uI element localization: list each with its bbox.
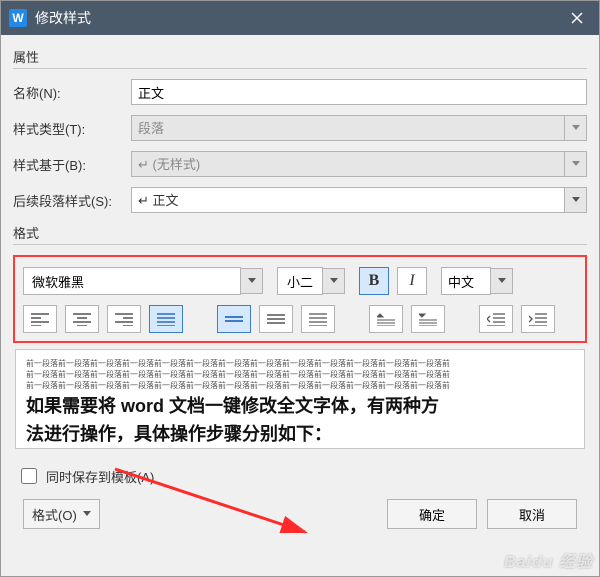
font-size-combo[interactable] xyxy=(277,267,345,295)
chevron-down-icon[interactable] xyxy=(491,268,513,294)
highlight-box: B I xyxy=(13,255,587,343)
indent-increase-button[interactable] xyxy=(521,305,555,333)
language-input[interactable] xyxy=(441,267,491,295)
indent-decrease-button[interactable] xyxy=(479,305,513,333)
language-combo[interactable] xyxy=(441,267,513,295)
preview-context: 前一段落前一段落前一段落前一段落前一段落前一段落前一段落前一段落前一段落前一段落… xyxy=(26,358,574,369)
line-spacing-1-button[interactable] xyxy=(217,305,251,333)
space-before-inc-button[interactable] xyxy=(369,305,403,333)
titlebar: W 修改样式 xyxy=(1,1,599,35)
chevron-down-icon[interactable] xyxy=(565,151,587,177)
align-right-button[interactable] xyxy=(107,305,141,333)
preview-context: 前一段落前一段落前一段落前一段落前一段落前一段落前一段落前一段落前一段落前一段落… xyxy=(26,369,574,380)
format-legend: 格式 xyxy=(13,223,587,242)
format-menu-label: 格式(O) xyxy=(32,505,77,524)
based-on-combo[interactable]: ↵ (无样式) xyxy=(131,151,565,177)
preview-pane: 前一段落前一段落前一段落前一段落前一段落前一段落前一段落前一段落前一段落前一段落… xyxy=(15,349,585,449)
watermark: Baidu 经验 xyxy=(504,548,593,572)
app-icon: W xyxy=(9,9,27,27)
next-style-label: 后续段落样式(S): xyxy=(13,191,131,210)
format-menu-button[interactable]: 格式(O) xyxy=(23,499,100,529)
preview-text: 法进行操作，具体操作步骤分别如下： xyxy=(26,421,574,447)
properties-legend: 属性 xyxy=(13,47,587,66)
space-before-dec-button[interactable] xyxy=(411,305,445,333)
save-to-template-checkbox[interactable] xyxy=(21,468,37,484)
align-justify-button[interactable] xyxy=(149,305,183,333)
style-type-label: 样式类型(T): xyxy=(13,119,131,138)
preview-context: 前一段落前一段落前一段落前一段落前一段落前一段落前一段落前一段落前一段落前一段落… xyxy=(26,380,574,391)
chevron-down-icon xyxy=(83,511,91,517)
font-toolbar: B I xyxy=(23,267,577,295)
style-type-combo: 段落 xyxy=(131,115,565,141)
based-on-label: 样式基于(B): xyxy=(13,155,131,174)
chevron-down-icon[interactable] xyxy=(323,268,345,294)
align-left-button[interactable] xyxy=(23,305,57,333)
close-button[interactable] xyxy=(555,1,599,35)
chevron-down-icon[interactable] xyxy=(565,187,587,213)
dialog-title: 修改样式 xyxy=(35,8,555,28)
divider xyxy=(13,244,587,245)
cancel-button[interactable]: 取消 xyxy=(487,499,577,529)
ok-button[interactable]: 确定 xyxy=(387,499,477,529)
name-label: 名称(N): xyxy=(13,83,131,102)
close-icon xyxy=(571,12,583,24)
save-to-template-label: 同时保存到模板(A) xyxy=(46,467,154,486)
dialog-modify-style: W 修改样式 属性 名称(N): 样式类型(T): 段落 样式基于(B): ↵ … xyxy=(0,0,600,577)
font-name-input[interactable] xyxy=(23,267,241,295)
line-spacing-15-button[interactable] xyxy=(259,305,293,333)
paragraph-toolbar xyxy=(23,305,577,333)
divider xyxy=(13,68,587,69)
align-center-button[interactable] xyxy=(65,305,99,333)
line-spacing-2-button[interactable] xyxy=(301,305,335,333)
font-size-input[interactable] xyxy=(277,267,323,295)
name-input[interactable] xyxy=(131,79,587,105)
italic-button[interactable]: I xyxy=(397,267,427,295)
chevron-down-icon xyxy=(565,115,587,141)
chevron-down-icon[interactable] xyxy=(241,268,263,294)
bold-button[interactable]: B xyxy=(359,267,389,295)
font-name-combo[interactable] xyxy=(23,267,263,295)
next-style-combo[interactable]: ↵ 正文 xyxy=(131,187,565,213)
preview-text: 如果需要将 word 文档一键修改全文字体，有两种方 xyxy=(26,393,574,419)
